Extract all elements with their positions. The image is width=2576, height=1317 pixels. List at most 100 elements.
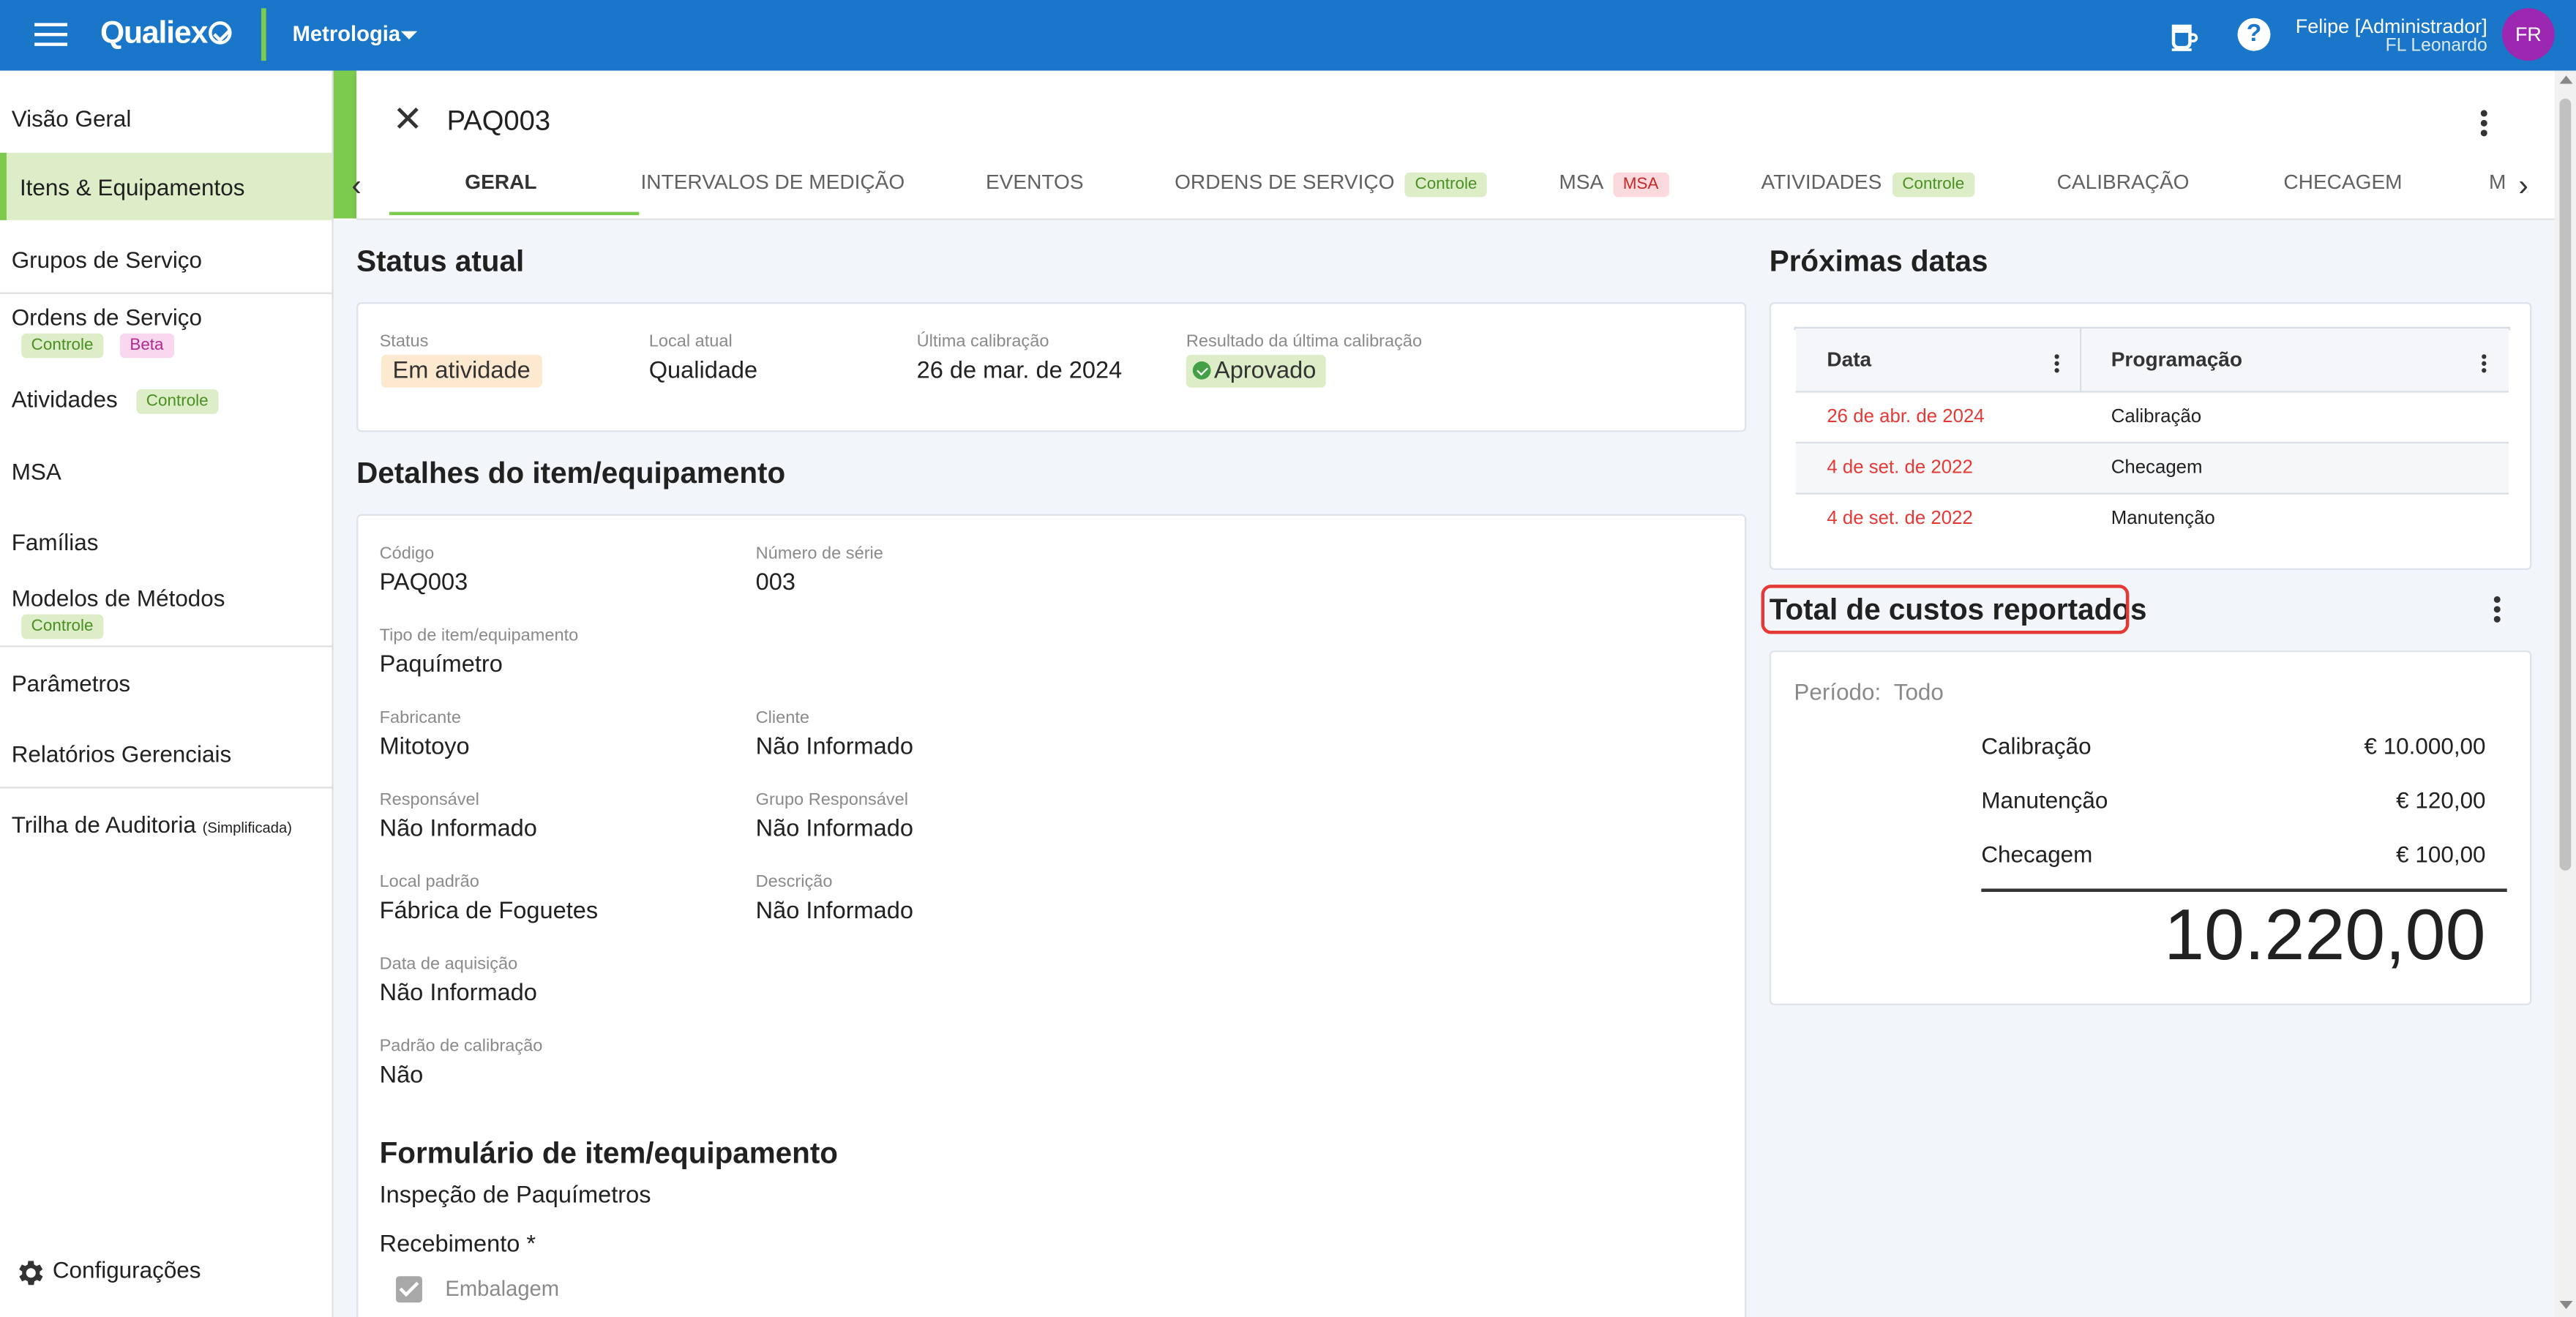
logo-check-icon bbox=[209, 21, 232, 45]
gear-icon[interactable] bbox=[13, 1256, 46, 1289]
column-menu-icon[interactable] bbox=[2054, 354, 2059, 375]
highlight-box bbox=[1761, 585, 2130, 634]
next-dates-table: Data Programação 26 de abr. de 2024 Cali… bbox=[1794, 326, 2511, 529]
tab-atividades[interactable]: ATIVIDADES Controle bbox=[1761, 170, 1974, 198]
column-header-programacao[interactable]: Programação bbox=[2081, 328, 2509, 391]
table-row[interactable]: 4 de set. de 2022 Manutenção bbox=[1795, 492, 2509, 545]
cost-value: € 120,00 bbox=[2396, 787, 2486, 814]
sidebar-item-relatorios[interactable]: Relatórios Gerenciais bbox=[0, 732, 332, 775]
responsible-value: Não Informado bbox=[379, 816, 537, 843]
column-header-label: Data bbox=[1827, 348, 1872, 372]
manufacturer-value: Mitotoyo bbox=[379, 734, 470, 761]
module-selector[interactable]: Metrologia bbox=[293, 21, 401, 46]
sidebar-item-label: Ordens de Serviço bbox=[11, 304, 203, 331]
details-section-title: Detalhes do item/equipamento bbox=[356, 457, 786, 489]
sidebar-item-modelos-metodos[interactable]: Modelos de Métodos Controle bbox=[0, 578, 332, 644]
app-logo[interactable]: Qualiex bbox=[100, 16, 208, 52]
last-calibration-label: Última calibração bbox=[916, 331, 1049, 352]
badge-controle: Controle bbox=[21, 333, 104, 359]
tab-more[interactable]: M bbox=[2489, 170, 2506, 193]
default-location-value: Fábrica de Foguetes bbox=[379, 898, 599, 925]
table-cell-schedule: Manutenção bbox=[2111, 509, 2215, 529]
menu-icon[interactable] bbox=[33, 18, 69, 51]
tab-checagem[interactable]: CHECAGEM bbox=[2283, 170, 2402, 193]
sidebar-item-itens-equipamentos[interactable]: Itens & Equipamentos bbox=[0, 152, 332, 220]
status-badge: Em atividade bbox=[381, 354, 542, 388]
badge-controle: Controle bbox=[1405, 172, 1487, 198]
tab-calibracao[interactable]: CALIBRAÇÃO bbox=[2057, 170, 2190, 193]
user-company: FL Leonardo bbox=[2385, 36, 2487, 56]
serial-label: Número de série bbox=[755, 544, 883, 564]
cost-value: € 10.000,00 bbox=[2364, 732, 2486, 759]
scrollbar-thumb[interactable] bbox=[2559, 98, 2572, 871]
badge-controle: Controle bbox=[21, 614, 104, 639]
sidebar-item-grupos-servico[interactable]: Grupos de Serviço bbox=[0, 236, 332, 279]
sidebar-item-familias[interactable]: Famílias bbox=[0, 521, 332, 563]
next-dates-title: Próximas datas bbox=[1769, 244, 1988, 278]
sidebar-item-trilha-auditoria[interactable]: Trilha de Auditoria (Simplificada) bbox=[0, 803, 332, 846]
sidebar-item-label: Visão Geral bbox=[11, 105, 132, 132]
costs-more-icon[interactable] bbox=[2493, 596, 2501, 626]
close-icon[interactable]: ✕ bbox=[393, 101, 423, 137]
cost-label: Checagem bbox=[1981, 841, 2093, 868]
tabs-scroll-left-icon[interactable]: ‹ bbox=[351, 169, 361, 203]
code-label: Código bbox=[379, 544, 435, 564]
badge-beta: Beta bbox=[119, 333, 174, 359]
tab-ordens-servico[interactable]: ORDENS DE SERVIÇO Controle bbox=[1175, 170, 1487, 198]
detail-header: ✕ PAQ003 ‹ GERAL INTERVALOS DE MEDIÇÃO E… bbox=[351, 70, 2555, 220]
cup-icon[interactable] bbox=[2167, 20, 2200, 53]
sidebar-item-parametros[interactable]: Parâmetros bbox=[0, 662, 332, 705]
tab-intervalos-medicao[interactable]: INTERVALOS DE MEDIÇÃO bbox=[641, 170, 905, 193]
tab-geral[interactable]: GERAL bbox=[465, 170, 536, 193]
scroll-down-arrow[interactable] bbox=[2559, 1300, 2573, 1310]
sidebar-item-msa[interactable]: MSA bbox=[0, 450, 332, 492]
sidebar-item-ordens-servico[interactable]: Ordens de Serviço Controle Beta bbox=[0, 297, 332, 363]
table-cell-date: 26 de abr. de 2024 bbox=[1827, 407, 1985, 427]
chevron-down-icon[interactable] bbox=[400, 31, 418, 40]
sidebar-item-label: Grupos de Serviço bbox=[11, 246, 203, 273]
sidebar-item-atividades[interactable]: Atividades Controle bbox=[0, 380, 332, 422]
column-menu-icon[interactable] bbox=[2482, 354, 2487, 375]
table-row[interactable]: 4 de set. de 2022 Checagem bbox=[1795, 441, 2509, 495]
approved-text: Aprovado bbox=[1213, 358, 1317, 385]
sidebar-item-visao-geral[interactable]: Visão Geral bbox=[0, 97, 332, 139]
sidebar-divider bbox=[0, 787, 332, 789]
scroll-up-arrow[interactable] bbox=[2559, 75, 2573, 84]
column-header-label: Programação bbox=[2111, 348, 2243, 372]
help-icon[interactable]: ? bbox=[2237, 18, 2271, 51]
total-divider bbox=[1981, 888, 2507, 892]
manufacturer-label: Fabricante bbox=[379, 708, 461, 728]
status-label: Status bbox=[379, 331, 429, 352]
column-header-data[interactable]: Data bbox=[1795, 328, 2082, 391]
acquisition-date-value: Não Informado bbox=[379, 980, 537, 1008]
checkbox-embalagem[interactable] bbox=[396, 1276, 422, 1303]
table-row[interactable]: 26 de abr. de 2024 Calibração bbox=[1795, 391, 2509, 443]
avatar[interactable]: FR bbox=[2501, 8, 2555, 61]
form-section-title: Formulário de item/equipamento bbox=[379, 1136, 839, 1170]
last-calibration-value: 26 de mar. de 2024 bbox=[916, 358, 1123, 385]
topbar-divider bbox=[261, 8, 266, 61]
sidebar-item-label: Atividades bbox=[11, 386, 118, 413]
scrollbar[interactable] bbox=[2554, 70, 2576, 1317]
tab-label: ATIVIDADES bbox=[1761, 170, 1882, 194]
tab-label: MSA bbox=[1559, 170, 1603, 194]
badge-controle: Controle bbox=[136, 389, 219, 414]
more-options-icon[interactable] bbox=[2480, 110, 2487, 139]
approved-badge: Aprovado bbox=[1186, 354, 1326, 388]
period-value: Todo bbox=[1893, 678, 1944, 705]
settings-link[interactable]: Configurações bbox=[53, 1253, 332, 1293]
sidebar-item-label: MSA bbox=[11, 458, 61, 485]
tab-msa[interactable]: MSA MSA bbox=[1559, 170, 1669, 198]
tabs-scroll-right-icon[interactable]: › bbox=[2518, 169, 2528, 203]
sidebar-item-label: Famílias bbox=[11, 528, 99, 555]
tab-eventos[interactable]: EVENTOS bbox=[986, 170, 1084, 193]
calibration-standard-value: Não bbox=[379, 1062, 424, 1089]
period-filter[interactable]: Período: Todo bbox=[1794, 678, 1943, 705]
item-code-title: PAQ003 bbox=[446, 105, 551, 137]
calibration-standard-label: Padrão de calibração bbox=[379, 1036, 543, 1057]
responsible-group-label: Grupo Responsável bbox=[755, 789, 909, 810]
responsible-label: Responsável bbox=[379, 789, 479, 810]
client-value: Não Informado bbox=[755, 734, 913, 761]
user-name[interactable]: Felipe [Administrador] bbox=[2296, 15, 2487, 37]
checkbox-label: Embalagem bbox=[445, 1276, 560, 1301]
